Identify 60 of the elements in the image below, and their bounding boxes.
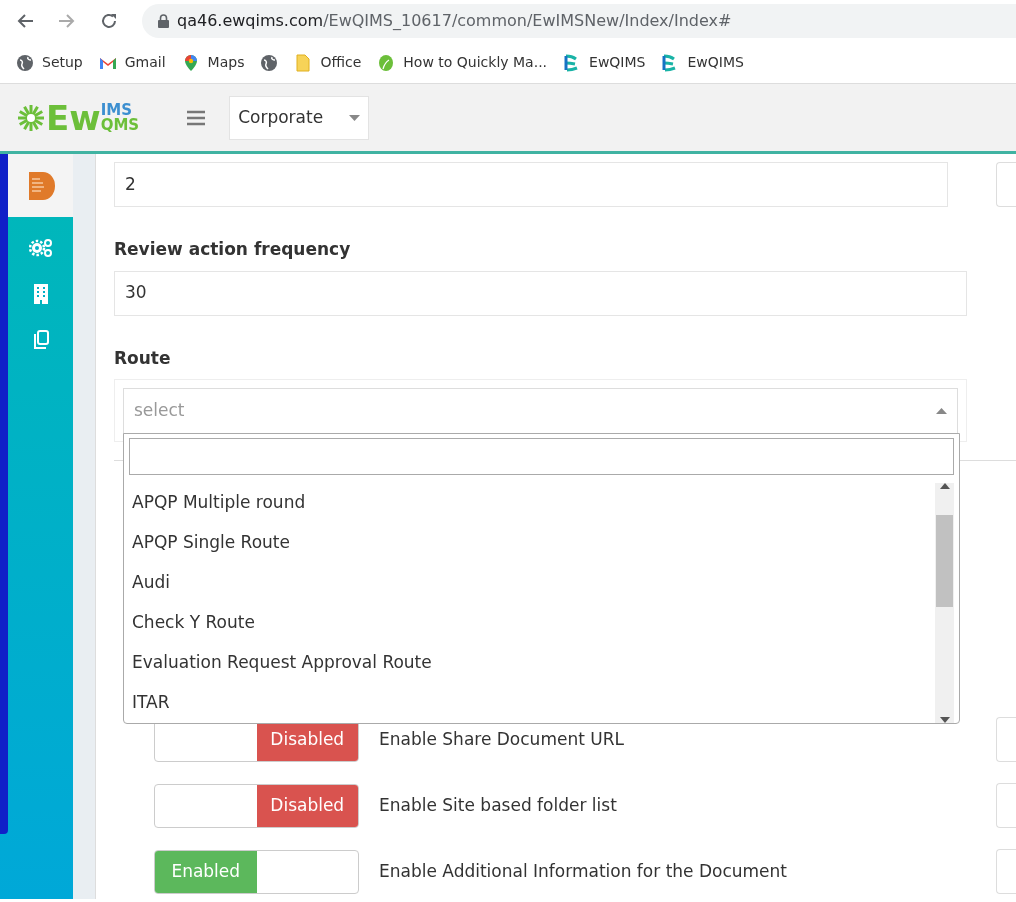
logo-text: IMS (100, 102, 132, 118)
bookmark-link[interactable]: EwQIMS (661, 52, 744, 73)
caret-up-icon (936, 408, 947, 414)
document-icon (26, 170, 55, 201)
bookmark-link[interactable]: How to Quickly Ma... (377, 52, 548, 73)
toggle-label: Enable Additional Information for the Document (379, 859, 789, 883)
url-host: qa46.ewqims.com (177, 11, 324, 30)
gears-icon (28, 238, 53, 258)
reload-icon[interactable] (100, 12, 118, 30)
caret-icon (349, 114, 361, 121)
bookmark-link[interactable]: Office (294, 52, 362, 73)
url-path: /EwQIMS_10617/common/EwIMSNew/Index/Index# (323, 11, 732, 30)
dropdown-option[interactable]: Check Y Route (129, 603, 935, 643)
scroll-down-icon (939, 717, 950, 723)
folder-icon (294, 53, 313, 72)
scrollbar-thumb[interactable] (936, 515, 953, 607)
dropdown-option[interactable]: APQP Single Route (129, 523, 935, 563)
bookmark-link[interactable]: Maps (181, 52, 245, 73)
logo-text: Ew (46, 100, 101, 135)
forward-icon[interactable] (58, 13, 76, 29)
field-edge[interactable] (996, 717, 1016, 762)
globe-icon (16, 53, 34, 72)
bookmark-label: Maps (207, 53, 245, 72)
scroll-up-icon (939, 483, 950, 489)
back-icon[interactable] (16, 13, 34, 29)
globe-icon[interactable] (260, 53, 279, 72)
bookmark-label: Setup (42, 53, 83, 72)
menu-icon[interactable] (187, 109, 206, 126)
lock-icon (158, 14, 169, 28)
sunburst-icon (16, 102, 46, 133)
field-edge[interactable] (996, 849, 1016, 894)
bookmark-label: How to Quickly Ma... (403, 53, 548, 72)
building-icon (32, 284, 49, 304)
bookmark-link[interactable]: EwQIMS (563, 52, 646, 73)
leaf-icon (377, 53, 396, 72)
input-field[interactable]: 30 (114, 270, 967, 316)
bookmark-label: EwQIMS (687, 53, 744, 72)
input-field[interactable]: 2 (114, 162, 949, 207)
bookmark-label: EwQIMS (589, 53, 646, 72)
bookmark-label: Office (320, 53, 362, 72)
logo-text: QMS (100, 117, 140, 133)
toggle-label: Enable Site based folder list (379, 793, 618, 817)
toggle-switch[interactable]: Disabled (154, 783, 359, 828)
field-edge[interactable] (996, 783, 1016, 828)
bookmark-label: Gmail (124, 53, 166, 72)
site-select[interactable]: Corporate (229, 95, 370, 140)
search-field[interactable] (129, 438, 954, 475)
address-bar[interactable]: qa46.ewqims.com/EwQIMS_10617/common/EwIMSNew/Index/Index# (142, 4, 1016, 38)
copy-icon (32, 330, 49, 350)
field-label: Review action frequency (114, 238, 352, 261)
field-label: Route (114, 346, 172, 370)
field-edge[interactable] (996, 162, 1016, 207)
bookmark-link[interactable]: Setup (16, 52, 83, 73)
toggle-label: Enable Share Document URL (379, 727, 625, 751)
scrollbar[interactable] (935, 483, 954, 723)
dropdown-option[interactable]: Evaluation Request Approval Route (129, 643, 935, 683)
dropdown-option[interactable]: APQP Multiple round (129, 483, 935, 523)
dropdown-option[interactable]: Audi (129, 563, 935, 603)
sidebar-item[interactable] (8, 154, 74, 217)
bookmark-link[interactable]: Gmail (98, 52, 166, 73)
